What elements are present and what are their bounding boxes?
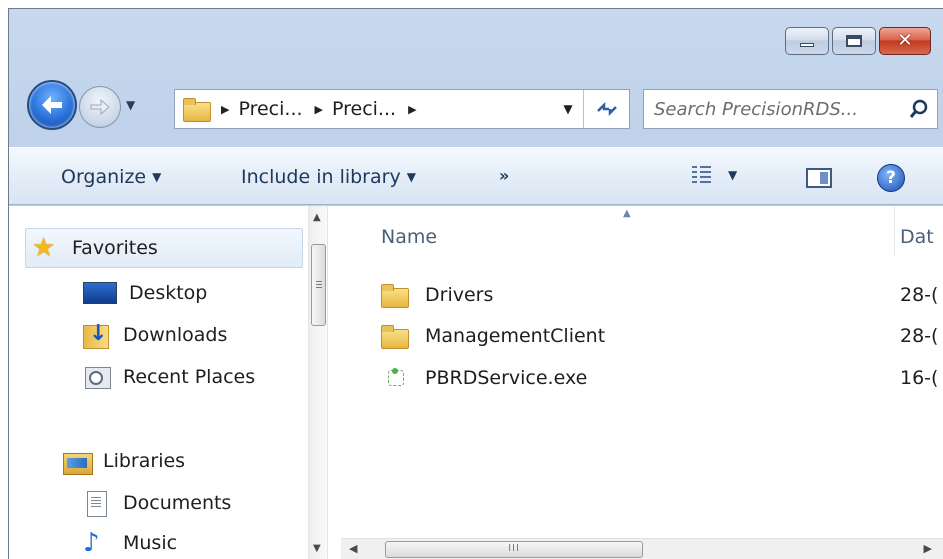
scrollbar-thumb[interactable] [311,244,326,326]
more-commands-button[interactable]: » [499,166,509,185]
search-icon[interactable] [909,99,929,119]
sidebar-item-label: Documents [123,492,232,514]
sidebar-item-libraries[interactable]: Libraries [63,449,186,475]
close-button[interactable]: ✕ [879,27,931,55]
sidebar-item-documents[interactable]: Documents [83,491,232,517]
breadcrumb-separator-icon[interactable]: ▶ [315,103,323,116]
search-input[interactable] [654,98,894,120]
breadcrumb-item[interactable]: Preci... [238,98,302,120]
chevron-down-icon: ▼ [152,170,162,184]
file-date: 28-( [900,284,939,306]
help-icon[interactable]: ? [877,164,905,192]
navigation-pane: ★ Favorites Desktop Downloads Recent Pla… [9,206,327,559]
pane-splitter[interactable] [327,206,341,559]
organize-menu[interactable]: Organize ▼ [61,166,161,188]
sidebar-item-recent-places[interactable]: Recent Places [83,365,255,389]
sidebar-item-desktop[interactable]: Desktop [83,282,207,304]
file-name: ManagementClient [425,325,606,347]
preview-pane-icon[interactable] [806,168,832,188]
maximize-button[interactable] [832,27,876,55]
scroll-left-arrow-icon[interactable]: ◀ [349,542,357,555]
recent-pages-dropdown-icon[interactable]: ▼ [126,98,135,112]
chevron-down-icon: ▼ [728,168,738,182]
sidebar-item-favorites[interactable]: ★ Favorites [25,228,303,268]
folder-icon [381,325,409,349]
forward-arrow-icon [90,98,110,116]
refresh-icon [596,101,617,117]
libraries-icon [63,449,93,475]
file-date: 28-( [900,325,939,347]
sidebar-item-label: Favorites [72,237,158,259]
minimize-icon [800,43,814,47]
refresh-button[interactable] [583,90,629,128]
search-box [643,89,938,129]
column-divider[interactable] [894,206,895,256]
scrollbar-thumb[interactable]: III [385,541,643,558]
sort-ascending-icon: ▲ [623,208,631,219]
chevron-down-icon: ▼ [406,170,416,184]
sidebar-item-music[interactable]: ♪ Music [83,528,178,558]
folder-icon [381,284,409,308]
downloads-icon [83,323,111,349]
sidebar-item-downloads[interactable]: Downloads [83,323,228,349]
details-view-icon [692,166,712,184]
explorer-window: ✕ ▼ ▶ Preci... ▶ Preci... ▶ ▼ Search Pre… [8,8,943,559]
file-row-pbrdservice[interactable]: PBRDService.exe 16-( [381,367,941,389]
sidebar-item-label: Libraries [103,450,186,472]
file-date: 16-( [900,367,939,389]
file-list-scrollbar[interactable]: ◀ III ▶ [341,538,943,559]
file-row-drivers[interactable]: Drivers 28-( [381,284,941,308]
navigation-pane-scrollbar[interactable]: ▲ ▼ [308,206,327,559]
documents-icon [83,491,111,517]
music-icon: ♪ [83,528,100,558]
file-row-managementclient[interactable]: ManagementClient 28-( [381,325,941,349]
file-name: Drivers [425,284,494,306]
star-icon: ★ [32,233,56,263]
forward-button[interactable] [79,86,121,128]
column-header-name[interactable]: Name [381,226,437,248]
include-in-library-menu[interactable]: Include in library ▼ [241,166,416,188]
folder-icon [183,98,211,122]
back-arrow-icon [42,96,62,114]
breadcrumb-separator-icon[interactable]: ▶ [221,103,229,116]
include-in-library-label: Include in library [241,166,401,188]
desktop-icon [83,282,117,304]
sidebar-item-label: Desktop [129,282,208,304]
sidebar-item-label: Downloads [123,324,228,346]
caption-buttons: ✕ [785,27,931,55]
organize-label: Organize [61,166,147,188]
back-button[interactable] [27,80,77,130]
breadcrumb-separator-icon[interactable]: ▶ [408,103,416,116]
executable-icon [381,367,407,389]
address-bar[interactable]: ▶ Preci... ▶ Preci... ▶ ▼ [174,89,630,129]
column-header-date[interactable]: Dat [900,226,934,248]
file-list: ▲ Name Dat Drivers 28-( ManagementClient… [341,206,943,559]
breadcrumb-item[interactable]: Preci... [332,98,396,120]
recent-places-icon [83,365,111,389]
maximize-icon [846,35,862,47]
scroll-up-arrow-icon[interactable]: ▲ [313,212,321,223]
address-dropdown-icon[interactable]: ▼ [553,102,583,116]
sidebar-item-label: Recent Places [123,366,256,388]
command-bar: Organize ▼ Include in library ▼ » ▼ ? [9,147,943,205]
minimize-button[interactable] [785,27,829,55]
file-name: PBRDService.exe [425,367,588,389]
sidebar-item-label: Music [123,532,178,554]
change-view-button[interactable]: ▼ [692,166,737,184]
scroll-right-arrow-icon[interactable]: ▶ [924,542,932,555]
close-icon: ✕ [897,30,913,51]
scroll-down-arrow-icon[interactable]: ▼ [313,543,321,554]
